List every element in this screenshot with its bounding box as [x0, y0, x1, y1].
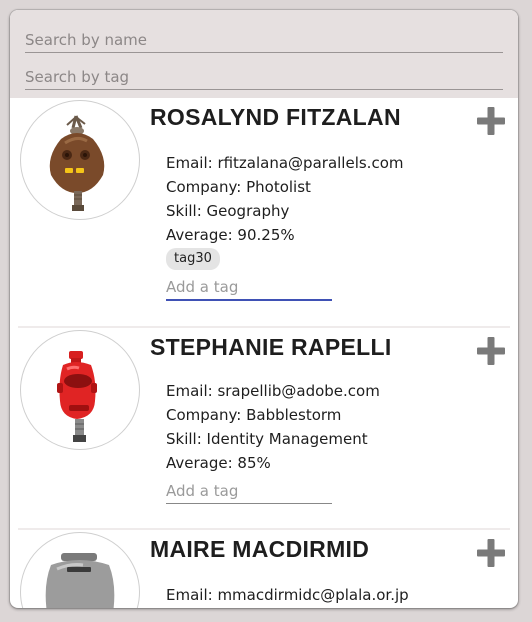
expand-button[interactable] — [476, 336, 506, 366]
plus-icon — [477, 539, 505, 567]
tag-chip: tag30 — [166, 248, 220, 270]
student-skill: Skill: Identity Management — [166, 430, 368, 448]
avatar — [20, 100, 140, 220]
student-name: ROSALYND FITZALAN — [150, 104, 401, 130]
add-tag-input[interactable] — [166, 479, 332, 504]
student-average: Average: 90.25% — [166, 226, 295, 244]
avatar — [20, 330, 140, 450]
expand-button[interactable] — [476, 106, 506, 136]
student-skill: Skill: Geography — [166, 202, 290, 220]
expand-button[interactable] — [476, 538, 506, 568]
plus-icon — [477, 107, 505, 135]
student-company: Company: Photolist — [166, 178, 311, 196]
student-email: Email: mmacdirmidc@plala.or.jp — [166, 586, 409, 604]
student-email: Email: rfitzalana@parallels.com — [166, 154, 404, 172]
student-email: Email: srapellib@adobe.com — [166, 382, 380, 400]
search-bar — [10, 10, 518, 98]
student-card: ROSALYND FITZALAN Email: rfitzalana@para… — [18, 98, 510, 326]
gray-robot-icon — [45, 553, 115, 608]
avatar — [20, 532, 140, 608]
student-name: STEPHANIE RAPELLI — [150, 334, 392, 360]
students-panel: ROSALYND FITZALAN Email: rfitzalana@para… — [10, 10, 518, 608]
student-list[interactable]: ROSALYND FITZALAN Email: rfitzalana@para… — [18, 98, 510, 608]
red-robot-icon — [57, 351, 97, 442]
plus-icon — [477, 337, 505, 365]
student-company: Company: Babblestorm — [166, 406, 342, 424]
add-tag-input[interactable] — [166, 275, 332, 301]
student-card: STEPHANIE RAPELLI Email: srapellib@adobe… — [18, 328, 510, 528]
search-by-name-input[interactable] — [25, 28, 503, 53]
brown-robot-icon — [49, 115, 105, 211]
student-average: Average: 85% — [166, 454, 271, 472]
student-name: MAIRE MACDIRMID — [150, 536, 370, 562]
student-card: MAIRE MACDIRMID Email: mmacdirmidc@plala… — [18, 530, 510, 608]
search-by-tag-input[interactable] — [25, 65, 503, 90]
